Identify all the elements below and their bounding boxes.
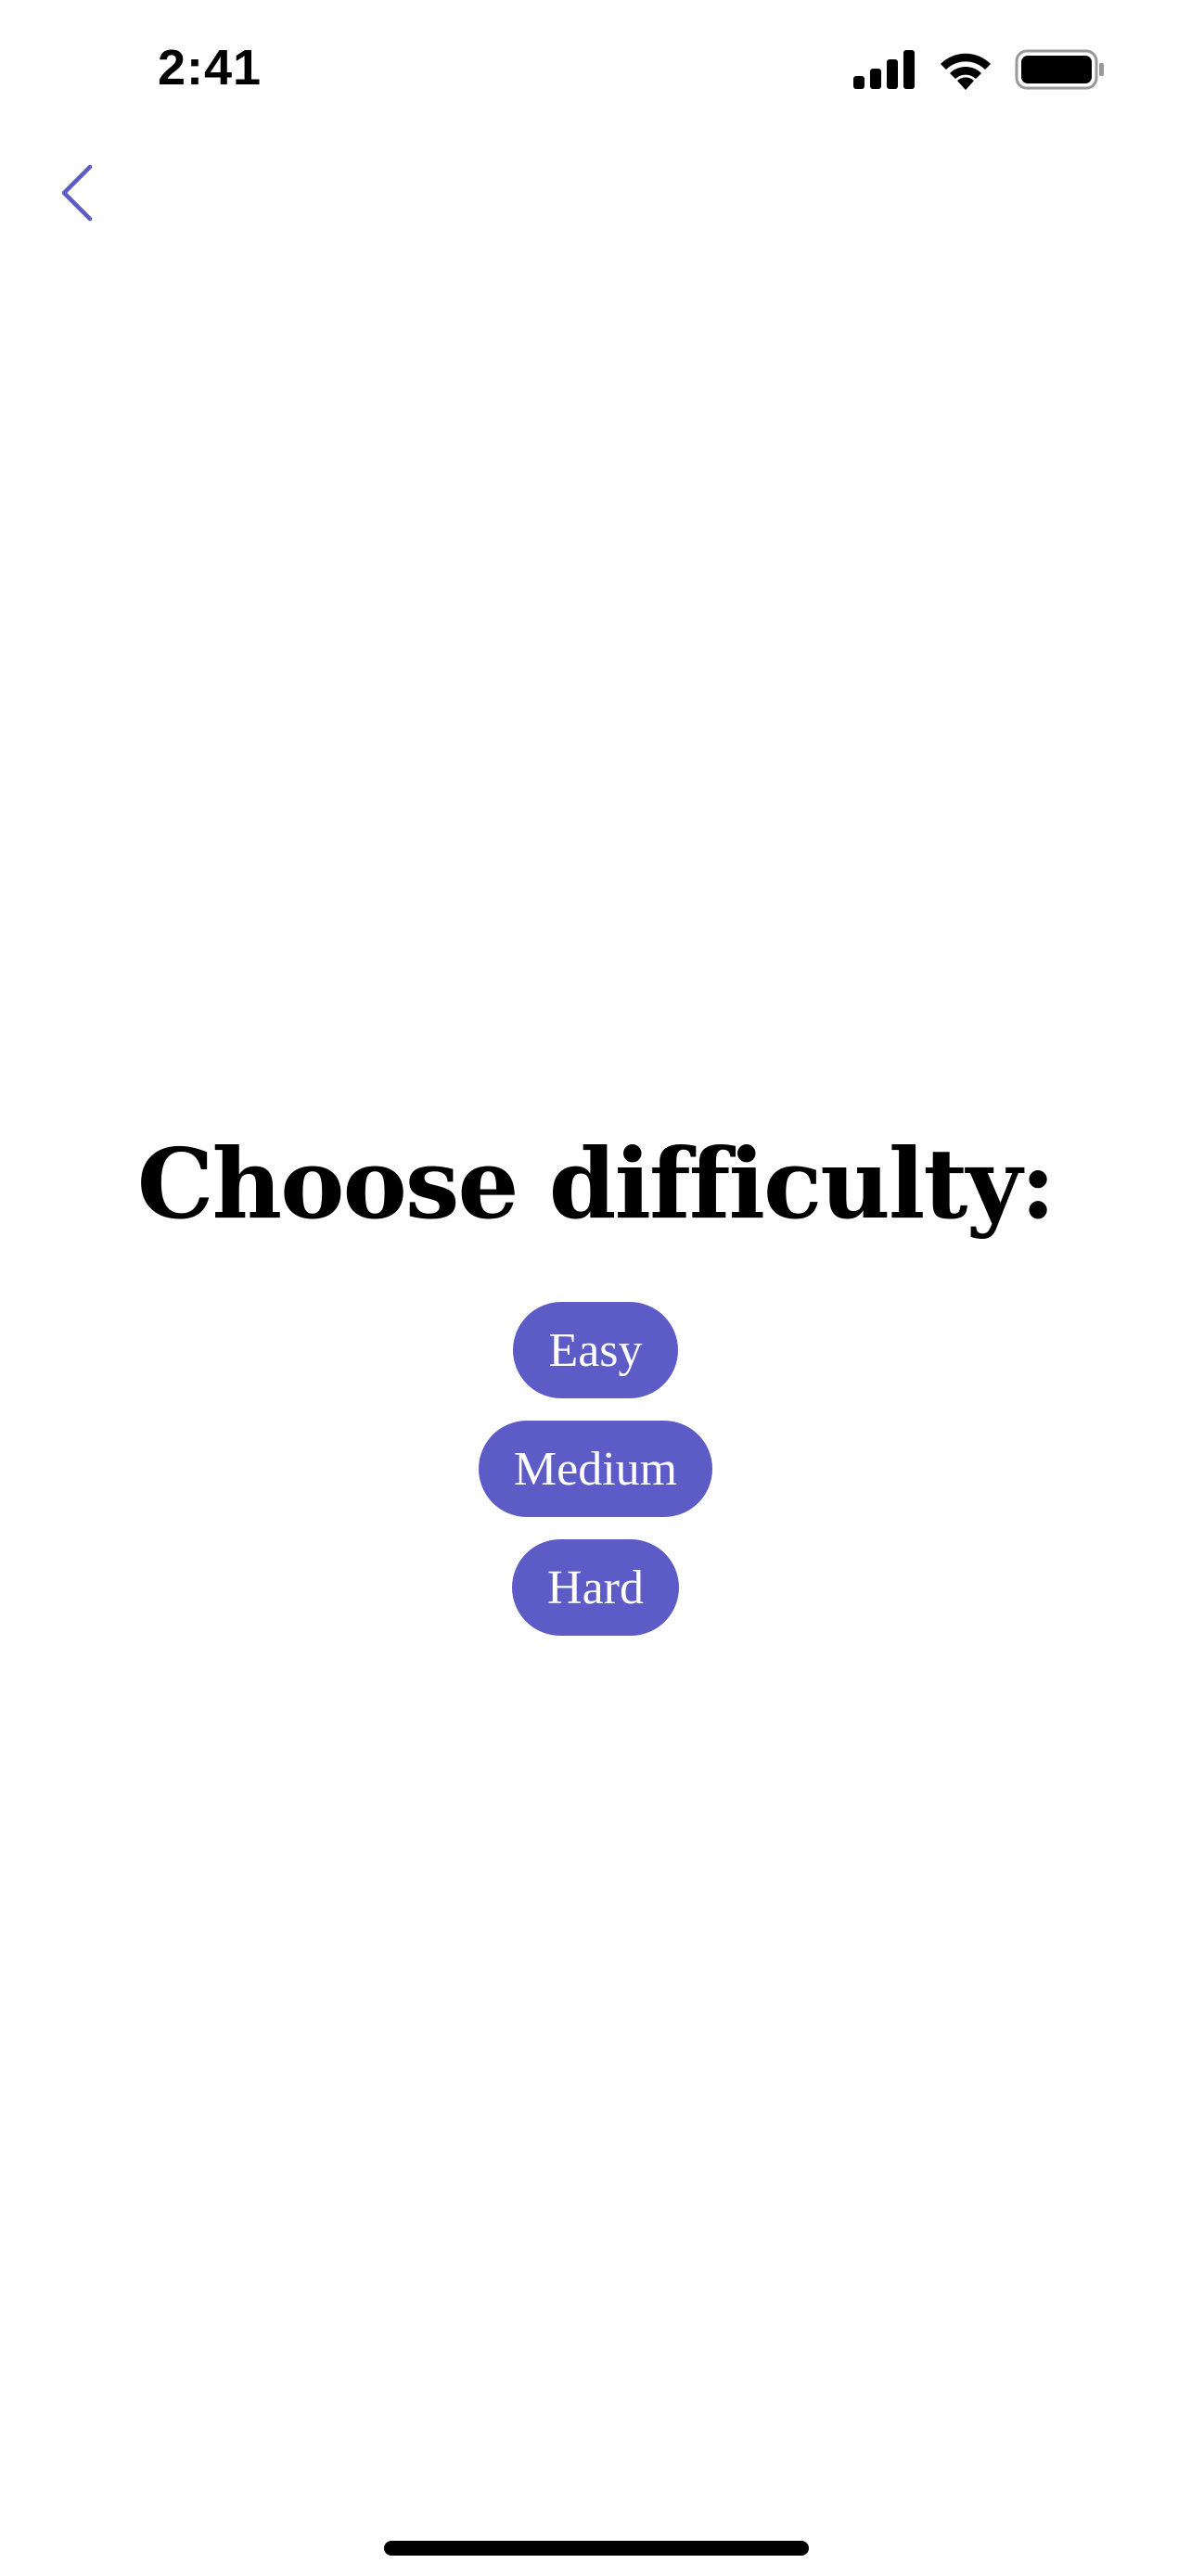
status-time: 2:41 <box>158 40 263 96</box>
medium-button[interactable]: Medium <box>478 1421 713 1518</box>
difficulty-options: Easy Medium Hard <box>478 1302 713 1637</box>
home-indicator[interactable] <box>384 2541 809 2556</box>
battery-icon <box>1015 49 1106 94</box>
easy-button[interactable]: Easy <box>513 1302 678 1399</box>
hard-button[interactable]: Hard <box>512 1539 679 1637</box>
back-button[interactable] <box>45 158 109 232</box>
status-bar: 2:41 <box>0 0 1191 139</box>
page-title: Choose difficulty: <box>136 1127 1057 1241</box>
chevron-left-icon <box>58 163 96 226</box>
wifi-icon <box>937 49 994 94</box>
cellular-signal-icon <box>853 50 916 93</box>
difficulty-panel: Choose difficulty: Easy Medium Hard <box>0 1127 1191 1637</box>
status-icons <box>853 48 1106 95</box>
